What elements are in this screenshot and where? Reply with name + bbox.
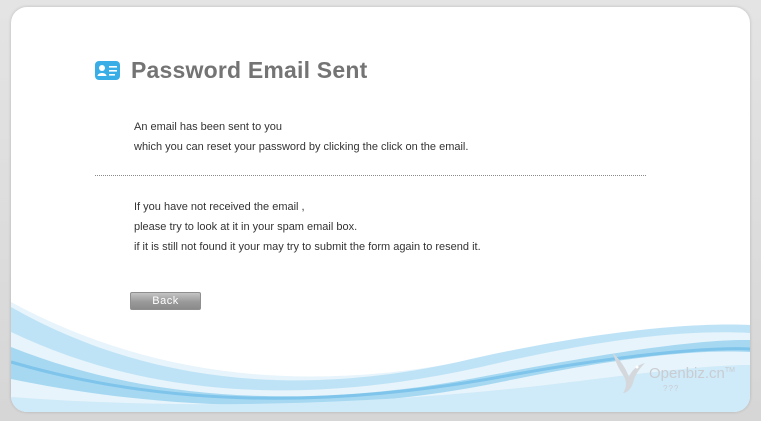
bird-logo-icon: [613, 353, 645, 393]
help-message: If you have not received the email , ple…: [134, 197, 481, 257]
dotted-divider: [95, 175, 646, 176]
brand-logo: Openbiz.cnTM ???: [611, 347, 750, 407]
back-button[interactable]: Back: [130, 292, 201, 310]
page-background: Password Email Sent An email has been se…: [0, 0, 761, 421]
confirmation-message: An email has been sent to you which you …: [134, 117, 468, 157]
brand-name: Openbiz.cnTM: [649, 365, 735, 382]
message-line-1: An email has been sent to you: [134, 121, 282, 133]
help-line-2: please try to look at it in your spam em…: [134, 221, 358, 233]
help-line-3: if it is still not found it your may try…: [134, 241, 481, 253]
user-card-icon: [95, 61, 120, 80]
page-title: Password Email Sent: [131, 57, 368, 83]
page-header: Password Email Sent: [95, 57, 367, 84]
help-line-1: If you have not received the email ,: [134, 201, 305, 213]
content-panel: Password Email Sent An email has been se…: [11, 7, 750, 412]
brand-subtitle: ???: [663, 384, 680, 393]
message-line-2: which you can reset your password by cli…: [134, 141, 469, 153]
